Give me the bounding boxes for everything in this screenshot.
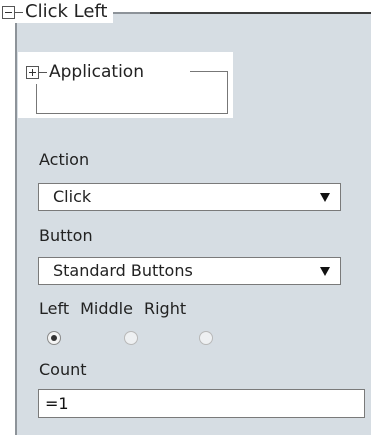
dropdown-arrow-icon — [320, 266, 330, 276]
count-label: Count — [39, 360, 87, 379]
group-header[interactable]: Click Left — [2, 1, 114, 23]
application-dash — [39, 71, 47, 73]
expand-plus-icon[interactable] — [26, 65, 39, 79]
header-dash — [15, 11, 23, 13]
radio-left[interactable] — [47, 331, 61, 345]
radio-label-middle: Middle — [80, 299, 133, 318]
application-group-header[interactable]: Application — [26, 60, 148, 84]
collapse-minus-icon[interactable] — [2, 5, 15, 19]
count-input[interactable] — [38, 389, 365, 418]
action-select[interactable]: Click — [38, 183, 341, 211]
click-left-editor: Click Left Application Action Click Butt… — [0, 0, 374, 435]
button-label: Button — [39, 226, 93, 245]
dropdown-arrow-icon — [320, 192, 330, 202]
group-header-line — [150, 12, 371, 14]
radio-right[interactable] — [199, 331, 213, 345]
button-select-value: Standard Buttons — [53, 261, 193, 280]
application-header-line — [190, 71, 228, 72]
radio-label-right: Right — [143, 299, 187, 318]
action-select-value: Click — [53, 187, 92, 206]
button-select[interactable]: Standard Buttons — [38, 257, 341, 285]
mouse-button-radio-labels: Left Middle Right — [39, 299, 186, 319]
application-title: Application — [49, 62, 144, 82]
radio-label-left: Left — [39, 299, 70, 318]
radio-middle[interactable] — [124, 331, 138, 345]
action-label: Action — [39, 150, 90, 169]
group-title: Click Left — [25, 1, 108, 22]
